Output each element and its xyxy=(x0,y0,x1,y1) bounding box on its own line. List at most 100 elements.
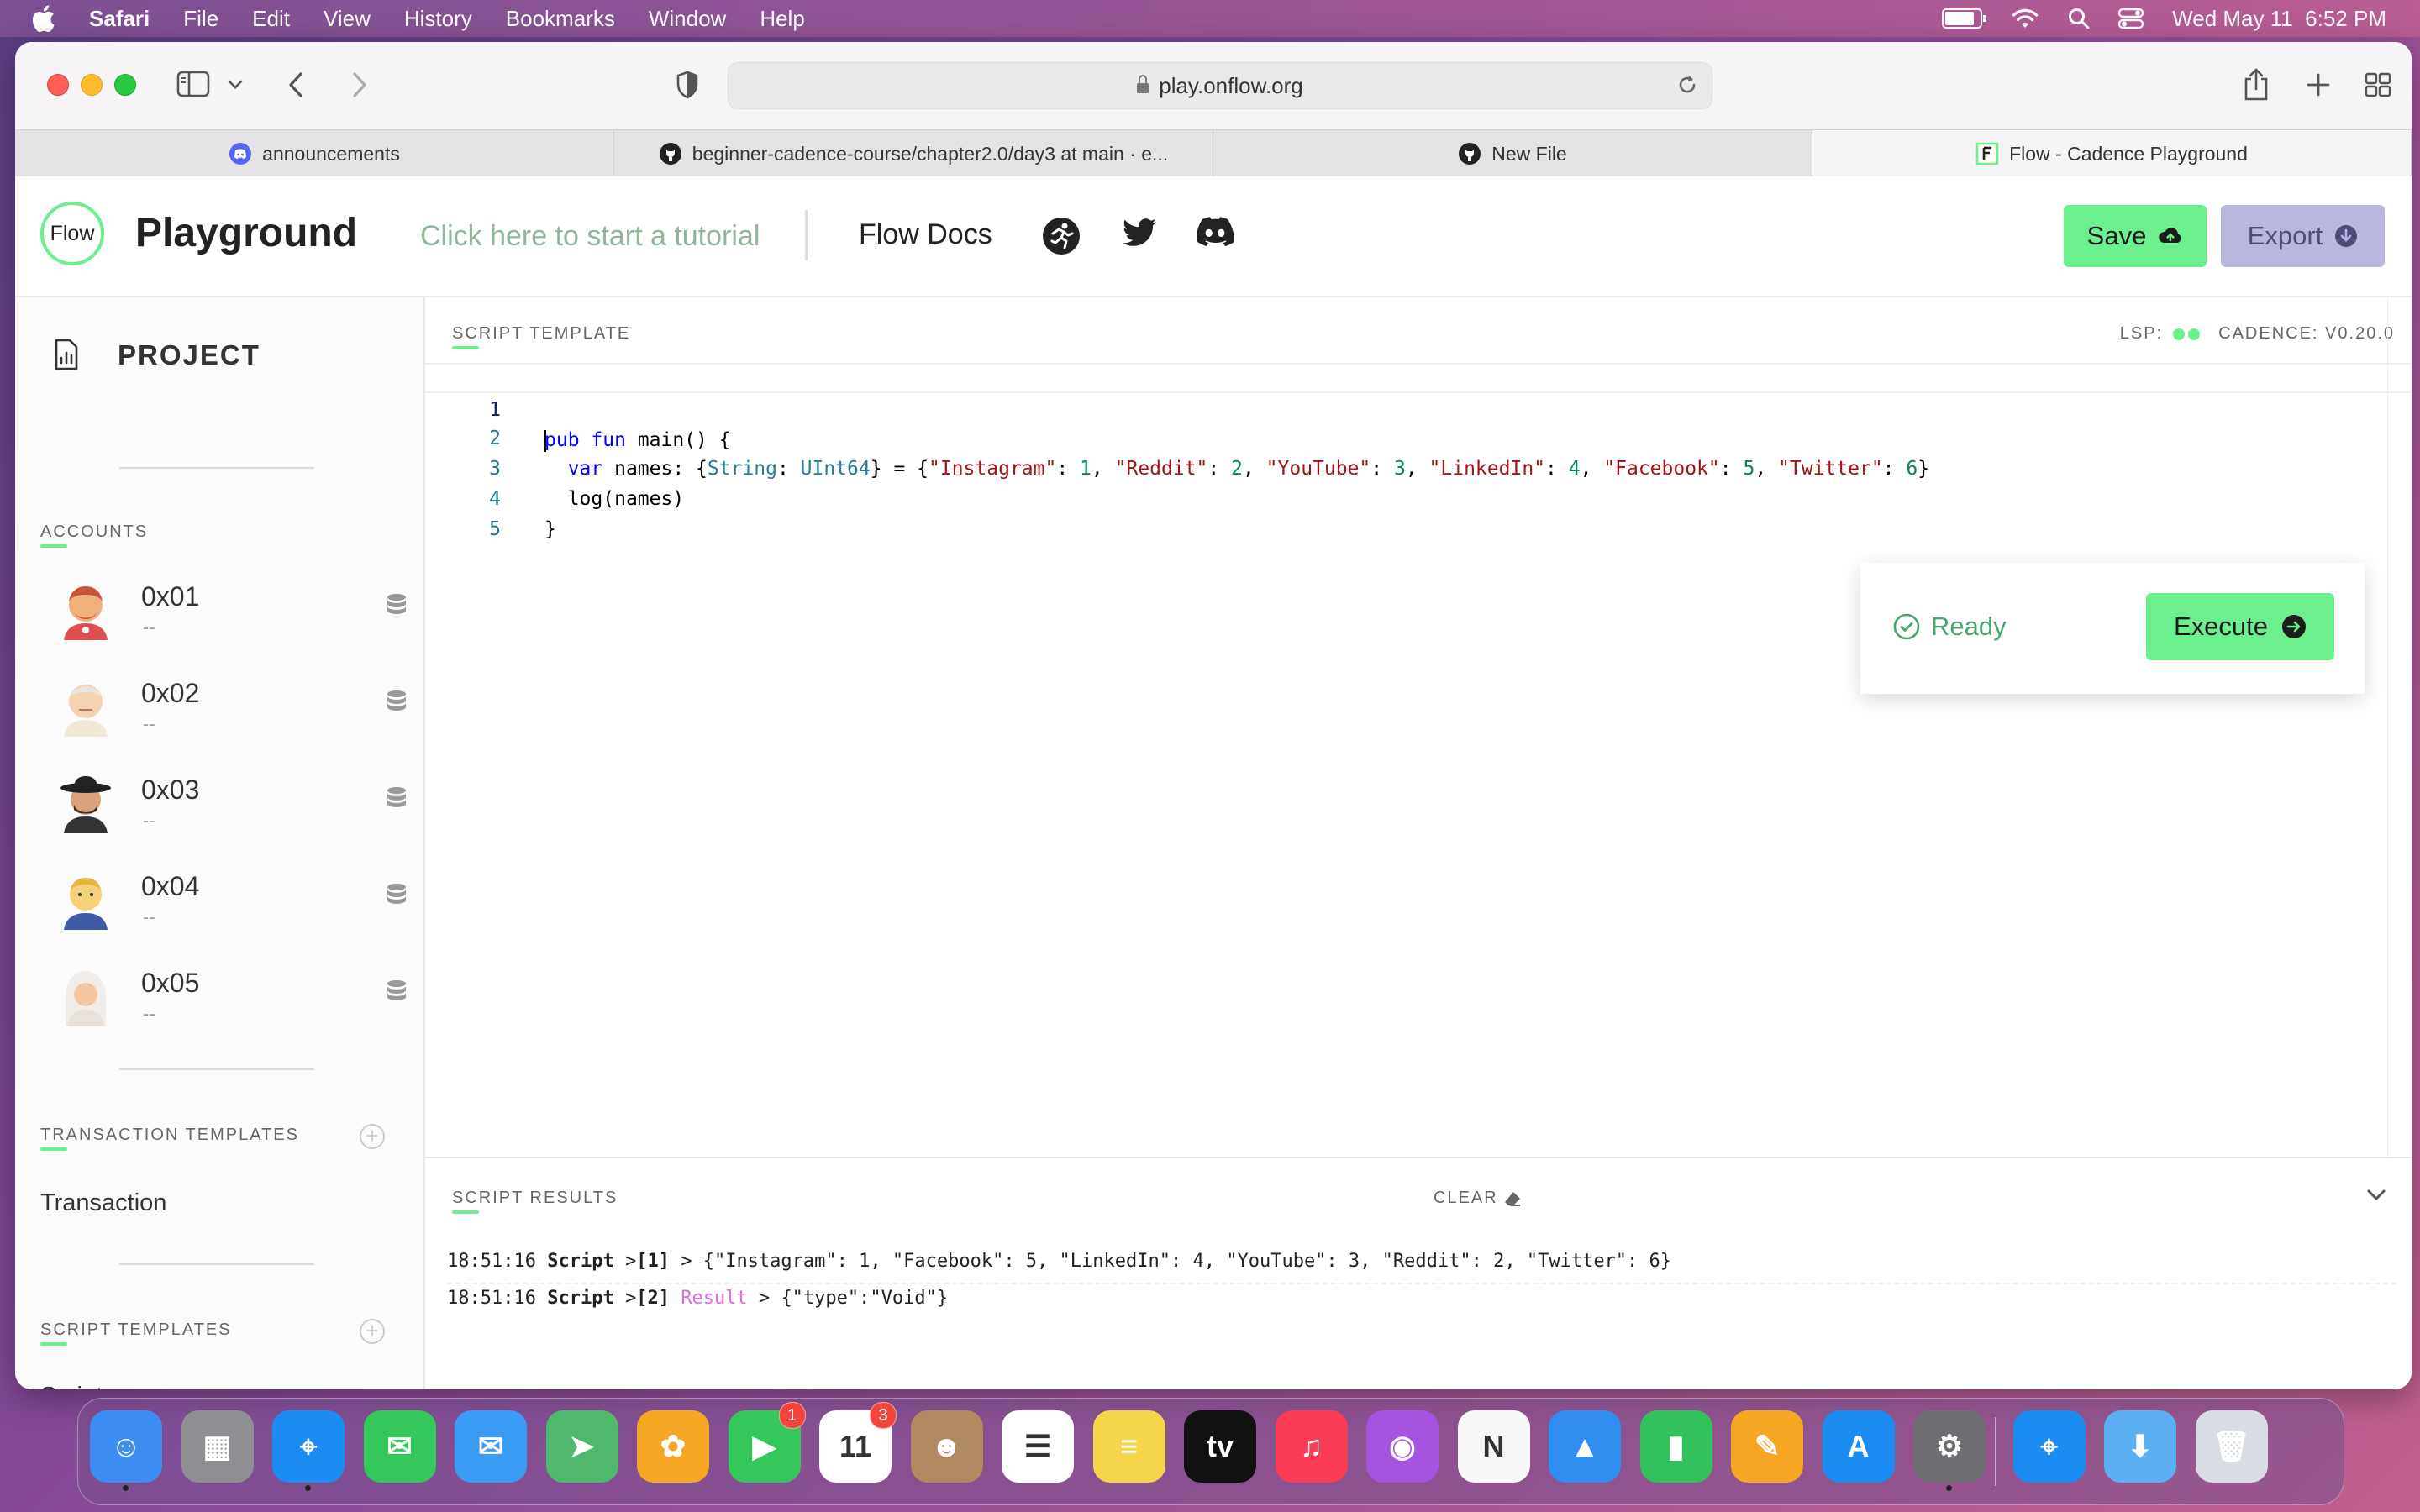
numbers-icon[interactable]: ▮ xyxy=(1639,1410,1712,1483)
notes-icon[interactable]: ≡ xyxy=(1092,1410,1165,1483)
tutorial-link[interactable]: Click here to start a tutorial xyxy=(420,220,760,253)
twitter-icon[interactable] xyxy=(1121,217,1158,250)
menu-bookmarks[interactable]: Bookmarks xyxy=(506,6,615,32)
facetime-icon[interactable]: ▶ 1 xyxy=(728,1402,806,1483)
maps-icon[interactable]: ➤ xyxy=(545,1410,618,1483)
wifi-icon[interactable] xyxy=(2011,8,2039,29)
app-store-icon[interactable]: A xyxy=(1822,1410,1895,1483)
flow-docs-link[interactable]: Flow Docs xyxy=(859,218,992,251)
account-row-0x01[interactable]: 0x01 -- xyxy=(40,563,410,647)
share-icon[interactable] xyxy=(2242,67,2270,101)
account-subtitle: -- xyxy=(143,906,155,927)
downloads-folder-icon[interactable]: ⬇ xyxy=(2104,1410,2176,1483)
sidebar-toggle-icon[interactable] xyxy=(176,71,210,97)
privacy-shield-icon[interactable] xyxy=(676,71,699,99)
flow-favicon-icon xyxy=(1975,142,1999,165)
menu-window[interactable]: Window xyxy=(649,6,726,32)
account-row-0x03[interactable]: 0x03 -- xyxy=(40,756,410,840)
apple-tv-icon[interactable]: tv xyxy=(1184,1410,1256,1483)
code-line[interactable]: 5 xyxy=(425,484,2412,540)
menu-edit[interactable]: Edit xyxy=(252,6,290,32)
account-row-0x02[interactable]: 0x02 -- xyxy=(40,659,410,743)
account-row-0x04[interactable]: 0x04 -- xyxy=(40,853,410,937)
editor-scrollbar[interactable] xyxy=(2387,297,2412,1157)
news-icon[interactable]: N xyxy=(1457,1410,1530,1483)
calendar-icon[interactable]: 11 3 xyxy=(819,1402,897,1483)
code-editor-pane: SCRIPT TEMPLATE LSP: CADENCE: V0.20.0 1 … xyxy=(425,297,2412,1157)
database-icon[interactable] xyxy=(387,593,407,618)
account-row-0x05[interactable]: 0x05 -- xyxy=(40,949,410,1033)
menu-help[interactable]: Help xyxy=(760,6,804,32)
menu-file[interactable]: File xyxy=(183,6,218,32)
result-log-line: 18:51:16 Script >[1] > {"Instagram": 1, … xyxy=(447,1251,1672,1272)
flow-logo[interactable]: Flow xyxy=(40,202,104,265)
database-icon[interactable] xyxy=(387,883,407,908)
code-line[interactable]: 2 var names: {String: UInt64} = {"Instag… xyxy=(425,393,2412,480)
database-icon[interactable] xyxy=(387,690,407,715)
add-script-template-button[interactable]: + xyxy=(360,1319,385,1344)
add-transaction-template-button[interactable]: + xyxy=(360,1124,385,1149)
control-center-icon[interactable] xyxy=(2118,8,2144,29)
tab-new-file[interactable]: New File xyxy=(1213,130,1812,177)
minimize-window-button[interactable] xyxy=(81,74,103,96)
database-icon[interactable] xyxy=(387,786,407,811)
execute-button[interactable]: Execute xyxy=(2146,593,2334,660)
export-button[interactable]: Export xyxy=(2221,205,2385,267)
apple-menu-icon[interactable] xyxy=(30,4,55,33)
photos-icon[interactable]: ✿ xyxy=(637,1410,709,1483)
safari-preview-icon[interactable]: ⌖ xyxy=(2012,1410,2086,1483)
execute-label: Execute xyxy=(2173,612,2268,641)
dock-icon-glyph: N xyxy=(1482,1429,1505,1463)
podcasts-icon[interactable]: ◉ xyxy=(1366,1410,1439,1483)
chevron-down-icon[interactable] xyxy=(2366,1189,2386,1202)
menu-history[interactable]: History xyxy=(404,6,472,32)
clear-results-button[interactable]: CLEAR xyxy=(1434,1189,1522,1208)
header-divider xyxy=(805,210,808,260)
running-indicator xyxy=(1946,1485,1952,1491)
close-window-button[interactable] xyxy=(47,74,69,96)
database-icon[interactable] xyxy=(387,979,407,1005)
safari-icon[interactable]: ⌖ xyxy=(272,1410,345,1491)
address-bar[interactable]: play.onflow.org xyxy=(728,62,1712,109)
avatar xyxy=(64,878,108,930)
back-arrow-icon[interactable] xyxy=(286,71,306,99)
save-button[interactable]: Save xyxy=(2064,205,2207,267)
script-template-item[interactable]: Script xyxy=(40,1383,103,1389)
system-preferences-icon[interactable]: ⚙ xyxy=(1913,1410,1986,1491)
tab-overview-icon[interactable] xyxy=(2365,72,2391,97)
pages-icon[interactable]: ✎ xyxy=(1731,1410,1803,1483)
code-line[interactable]: 4 } xyxy=(425,454,2412,540)
keynote-icon[interactable]: ▲ xyxy=(1549,1410,1621,1483)
messages-icon[interactable]: ✉ xyxy=(363,1410,436,1483)
forward-arrow-icon[interactable] xyxy=(350,71,370,99)
code-line[interactable]: 3 log(names) xyxy=(425,423,2412,510)
tab-announcements[interactable]: announcements xyxy=(15,130,614,177)
menu-app-name[interactable]: Safari xyxy=(89,6,150,32)
menu-clock[interactable]: Wed May 11 6:52 PM xyxy=(2172,6,2386,32)
menu-view[interactable]: View xyxy=(324,6,371,32)
contacts-icon[interactable]: ☻ xyxy=(910,1410,983,1483)
tab-github-course[interactable]: beginner-cadence-course/chapter2.0/day3 … xyxy=(614,130,1213,177)
result-log-line: 18:51:16 Script >[2] Result > {"type":"V… xyxy=(447,1288,949,1309)
mail-icon[interactable]: ✉ xyxy=(455,1410,527,1483)
tab-flow-playground[interactable]: Flow - Cadence Playground xyxy=(1812,130,2412,177)
finder-icon[interactable]: ☺ xyxy=(90,1410,162,1491)
code-line[interactable]: 1 pub fun main() { xyxy=(425,363,2412,452)
download-circle-icon xyxy=(2335,225,2358,247)
transaction-template-item[interactable]: Transaction xyxy=(40,1189,166,1217)
reminders-icon[interactable]: ☰ xyxy=(1002,1410,1074,1483)
account-address: 0x04 xyxy=(141,871,200,901)
discord-icon[interactable] xyxy=(1197,217,1234,247)
chevron-down-icon[interactable] xyxy=(227,79,244,91)
runner-icon[interactable] xyxy=(1042,217,1081,255)
trash-icon[interactable]: 🗑 xyxy=(2195,1410,2268,1483)
battery-icon[interactable] xyxy=(1942,8,1987,29)
reload-icon[interactable] xyxy=(1676,73,1698,97)
zoom-window-button[interactable] xyxy=(114,74,136,96)
new-tab-plus-icon[interactable] xyxy=(2306,72,2331,97)
launchpad-icon[interactable]: ▦ xyxy=(181,1410,254,1483)
section-accent xyxy=(40,544,67,548)
spotlight-search-icon[interactable] xyxy=(2068,8,2090,29)
code-editor[interactable]: 1 pub fun main() { 2 var names: {String:… xyxy=(425,363,2412,540)
music-icon[interactable]: ♫ xyxy=(1275,1410,1348,1483)
